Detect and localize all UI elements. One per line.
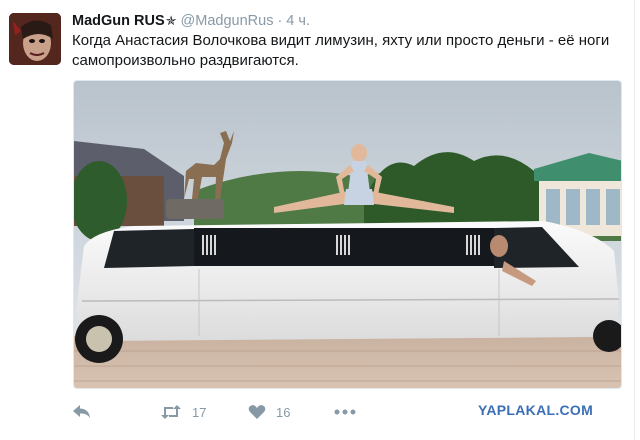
avatar[interactable] [9, 13, 61, 65]
like-count: 16 [276, 404, 291, 420]
more-button[interactable] [334, 400, 356, 424]
tweet-photo[interactable] [73, 80, 622, 389]
user-handle[interactable]: @MadgunRus [181, 13, 274, 29]
tweet-card: MadGun RUS✯ @MadgunRus · 4 ч. Когда Анастас… [0, 0, 640, 440]
more-icon [334, 409, 356, 415]
separator-dot: · [277, 13, 283, 29]
heart-icon [248, 404, 266, 420]
like-button[interactable]: 16 [248, 400, 290, 424]
reply-icon [72, 404, 92, 420]
retweet-button[interactable]: 17 [160, 400, 206, 424]
display-name[interactable]: MadGun RUS [72, 13, 165, 29]
card-border [634, 0, 635, 440]
tweet-timestamp[interactable]: 4 ч. [286, 13, 310, 29]
star-icon: ✯ [165, 13, 177, 28]
retweet-icon [160, 404, 182, 420]
retweet-count: 17 [192, 404, 207, 420]
reply-button[interactable] [72, 400, 92, 424]
tweet-header: MadGun RUS✯ @MadgunRus · 4 ч. [72, 12, 310, 30]
watermark: YAPLAKAL.COM [478, 402, 594, 418]
tweet-text: Когда Анастасия Волочкова видит лимузин,… [72, 32, 610, 69]
